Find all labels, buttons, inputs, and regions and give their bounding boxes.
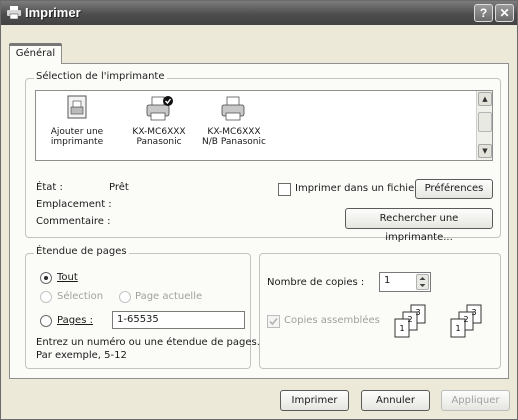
printer-list-scrollbar[interactable]: ▲ ▼ [476,91,492,160]
printer-item-label-line2: Panasonic [136,137,182,147]
range-current-page-radio[interactable] [119,291,131,303]
printer-item-label-line2: N/B Panasonic [202,137,266,147]
range-selection-label: Sélection [57,291,104,302]
pages-input[interactable]: 1-65535 [112,311,245,329]
tab-general[interactable]: Général [9,43,62,64]
printer-item-panasonic[interactable]: KX-MC6XXX Panasonic [124,95,194,147]
collate-page-1: 1 [455,324,460,333]
page-range-legend: Étendue de pages [34,246,129,257]
scroll-up-icon[interactable]: ▲ [478,92,492,106]
range-current-page-label: Page actuelle [135,291,203,302]
comment-label: Commentaire : [36,216,111,227]
find-printer-button[interactable]: Rechercher une imprimante... [345,208,493,243]
copies-spinner-icon[interactable] [416,274,429,290]
print-button[interactable]: Imprimer [280,390,349,411]
window-title: Imprimer [25,5,81,20]
title-bar[interactable]: Imprimer ? ✕ [1,1,517,25]
collate-page-2: 2 [463,315,468,324]
printer-item-label-line2: imprimante [50,137,104,147]
printer-list[interactable]: Ajouter une imprimante KX-MC6XXX Panason… [35,90,493,161]
spin-arrows-icon [419,277,426,287]
printer-selection-legend: Sélection de l'imprimante [34,71,167,82]
scroll-thumb[interactable] [478,112,492,132]
print-to-file-label: Imprimer dans un fichier [295,183,419,194]
collate-checkbox[interactable] [267,315,280,328]
collate-page-3: 3 [415,308,420,317]
collate-page-2: 2 [407,315,412,324]
print-dialog: Imprimer ? ✕ Général Sélection de l'impr… [0,0,518,420]
copies-count-label: Nombre de copies : [267,277,365,288]
apply-button[interactable]: Appliquer [441,390,510,411]
printer-item-label-line1: KX-MC6XXX [132,127,186,137]
collate-page-1: 1 [399,324,404,333]
printer-icon [146,96,173,121]
preferences-button[interactable]: Préférences [415,179,493,199]
collate-stack-icon: 3 2 1 [450,304,482,338]
printer-item-label-line1: KX-MC6XXX [207,127,261,137]
printer-icon [7,6,21,19]
help-button[interactable]: ? [474,4,493,22]
printer-icon [221,96,245,121]
page-range-hint-line2: Par exemple, 5-12 [36,350,127,361]
printer-item-panasonic-bw[interactable]: KX-MC6XXX N/B Panasonic [198,95,270,147]
location-label: Emplacement : [36,199,112,210]
range-selection-radio[interactable] [40,291,52,303]
scroll-down-icon[interactable]: ▼ [478,144,492,158]
range-pages-radio[interactable] [40,315,52,327]
collate-page-3: 3 [471,308,476,317]
print-to-file-checkbox[interactable] [278,183,291,196]
range-pages-label: Pages : [57,315,93,326]
checkmark-icon [269,317,278,326]
range-all-label: Tout [57,272,78,283]
collate-stack-icon: 3 2 1 [394,304,426,338]
cancel-button[interactable]: Annuler [361,390,430,411]
collate-label: Copies assemblées [284,315,380,326]
page-range-hint-line1: Entrez un numéro ou une étendue de pages… [36,337,260,348]
printer-item-add[interactable]: Ajouter une imprimante [44,95,110,147]
copies-count-input[interactable]: 1 [379,272,431,292]
printer-item-label-line1: Ajouter une [50,127,104,137]
status-label: État : [36,182,63,193]
add-printer-icon [67,95,87,119]
range-all-radio[interactable] [40,272,52,284]
copies-count-value: 1 [384,275,391,286]
status-value: Prêt [109,182,129,193]
close-button[interactable]: ✕ [495,4,514,22]
